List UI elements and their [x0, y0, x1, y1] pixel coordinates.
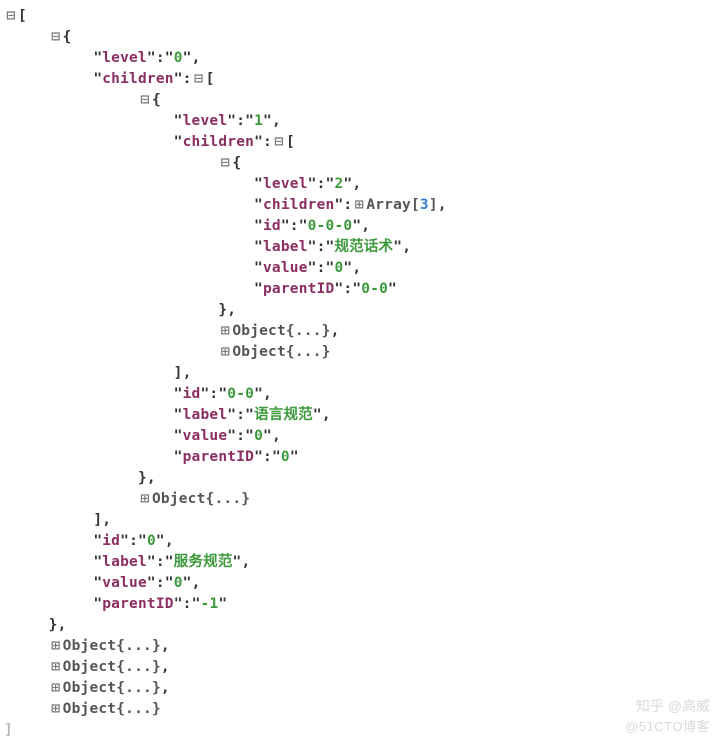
kv-row: "label":"语言规范",: [4, 405, 716, 426]
collapsed-object: ⊞Object{...}: [4, 342, 716, 363]
obj-close: },: [4, 615, 716, 636]
kv-row: "value":"0",: [4, 426, 716, 447]
collapse-icon[interactable]: ⊟: [4, 6, 18, 27]
array-close: ],: [4, 363, 716, 384]
obj-open: ⊟{: [4, 27, 716, 48]
collapsed-object: ⊞Object{...}: [4, 489, 716, 510]
collapsed-object: ⊞Object{...},: [4, 636, 716, 657]
collapsed-object: ⊞Object{...},: [4, 678, 716, 699]
collapsed-object: ⊞Object{...},: [4, 657, 716, 678]
kv-row: "parentID":"-1": [4, 594, 716, 615]
kv-row: "id":"0",: [4, 531, 716, 552]
collapse-icon[interactable]: ⊟: [272, 132, 286, 153]
kv-row: "label":"规范话术",: [4, 237, 716, 258]
obj-open: ⊟{: [4, 153, 716, 174]
root-array-close: ]: [4, 720, 716, 741]
children-collapsed: "children":⊞Array[3],: [4, 195, 716, 216]
root-array-open: ⊟[: [4, 6, 716, 27]
obj-close: },: [4, 468, 716, 489]
expand-icon[interactable]: ⊞: [49, 636, 63, 657]
expand-icon[interactable]: ⊞: [218, 321, 232, 342]
collapse-icon[interactable]: ⊟: [192, 69, 206, 90]
expand-icon[interactable]: ⊞: [49, 699, 63, 720]
collapse-icon[interactable]: ⊟: [138, 90, 152, 111]
collapse-icon[interactable]: ⊟: [218, 153, 232, 174]
expand-icon[interactable]: ⊞: [49, 678, 63, 699]
kv-row: "value":"0",: [4, 258, 716, 279]
kv-row: "level":"1",: [4, 111, 716, 132]
expand-icon[interactable]: ⊞: [218, 342, 232, 363]
expand-icon[interactable]: ⊞: [49, 657, 63, 678]
expand-icon[interactable]: ⊞: [138, 489, 152, 510]
obj-open: ⊟{: [4, 90, 716, 111]
kv-row: "id":"0-0",: [4, 384, 716, 405]
collapsed-object: ⊞Object{...}: [4, 699, 716, 720]
array-close: ],: [4, 510, 716, 531]
obj-close: },: [4, 300, 716, 321]
children-open: "children":⊟[: [4, 69, 716, 90]
kv-row: "level":"0",: [4, 48, 716, 69]
kv-row: "level":"2",: [4, 174, 716, 195]
kv-row: "value":"0",: [4, 573, 716, 594]
collapse-icon[interactable]: ⊟: [49, 27, 63, 48]
collapsed-object: ⊞Object{...},: [4, 321, 716, 342]
kv-row: "parentID":"0-0": [4, 279, 716, 300]
kv-row: "parentID":"0": [4, 447, 716, 468]
children-open: "children":⊟[: [4, 132, 716, 153]
json-tree-viewer: ⊟[ ⊟{ "level":"0", "children":⊟[ ⊟{ "lev…: [0, 0, 720, 743]
kv-row: "label":"服务规范",: [4, 552, 716, 573]
expand-icon[interactable]: ⊞: [352, 195, 366, 216]
kv-row: "id":"0-0-0",: [4, 216, 716, 237]
